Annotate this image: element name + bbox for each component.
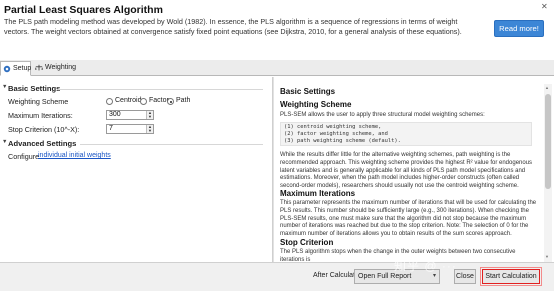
help-max-iterations-text: This parameter represents the maximum nu… bbox=[280, 200, 537, 238]
collapse-basic-icon[interactable]: ▼ bbox=[2, 84, 7, 90]
footer-bar: After Calculation: Open Full Report ▾ Cl… bbox=[0, 262, 554, 291]
help-weighting-text: While the results differ little for the … bbox=[280, 152, 533, 190]
stop-criterion-label: Stop Criterion (10^-X): bbox=[8, 125, 80, 134]
radio-path[interactable]: Path bbox=[167, 97, 190, 105]
algorithm-title: Partial Least Squares Algorithm bbox=[4, 4, 163, 16]
radio-centroid[interactable]: Centroid bbox=[106, 97, 141, 105]
basic-settings-heading: Basic Settings bbox=[8, 84, 61, 93]
setup-icon bbox=[3, 65, 11, 73]
help-panel: Basic Settings Weighting Scheme PLS-SEM … bbox=[278, 84, 541, 262]
weighting-icon bbox=[35, 64, 43, 71]
advanced-settings-heading: Advanced Settings bbox=[8, 139, 77, 148]
panel-splitter[interactable] bbox=[272, 77, 274, 262]
help-weighting-heading: Weighting Scheme bbox=[280, 100, 352, 109]
stop-criterion-input[interactable]: 7 ▲ ▼ bbox=[106, 124, 154, 134]
header: Partial Least Squares Algorithm The PLS … bbox=[0, 0, 554, 48]
start-calculation-button[interactable]: Start Calculation bbox=[480, 267, 542, 286]
divider bbox=[80, 144, 263, 145]
tab-weighting-label: Weighting bbox=[45, 64, 77, 71]
tab-setup-label: Setup bbox=[13, 65, 32, 72]
read-more-button[interactable]: Read more! bbox=[494, 20, 544, 37]
scroll-down-icon[interactable]: ▼ bbox=[545, 254, 549, 259]
algorithm-description: The PLS path modeling method was develop… bbox=[4, 17, 462, 36]
tab-setup[interactable]: Setup bbox=[0, 61, 31, 76]
configure-label: Configure bbox=[8, 152, 40, 161]
help-scrollbar[interactable]: ▲ ▼ bbox=[544, 84, 552, 262]
initial-weights-link[interactable]: individual initial weights bbox=[38, 152, 111, 159]
help-max-iterations-heading: Maximum Iterations bbox=[280, 189, 356, 198]
weighting-scheme-label: Weighting Scheme bbox=[8, 97, 69, 106]
collapse-advanced-icon[interactable]: ▼ bbox=[2, 139, 7, 145]
watermark: 知乎 @ ··· bbox=[394, 259, 457, 273]
close-icon[interactable]: ✕ bbox=[541, 2, 548, 11]
help-stop-criterion-heading: Stop Criterion bbox=[280, 238, 334, 247]
max-iterations-label: Maximum Iterations: bbox=[8, 111, 73, 120]
divider bbox=[58, 89, 263, 90]
spinner-arrows-icon[interactable]: ▲ ▼ bbox=[146, 125, 153, 133]
close-button[interactable]: Close bbox=[454, 269, 476, 284]
help-basic-heading: Basic Settings bbox=[280, 87, 336, 96]
tab-bar: Setup Weighting bbox=[0, 60, 554, 76]
help-intro-text: PLS-SEM allows the user to apply three s… bbox=[280, 112, 485, 118]
scroll-thumb[interactable] bbox=[545, 94, 551, 189]
weighting-code-block: (1) centroid weighting scheme, (2) facto… bbox=[280, 122, 532, 146]
max-iterations-input[interactable]: 300 ▲ ▼ bbox=[106, 110, 154, 120]
spinner-arrows-icon[interactable]: ▲ ▼ bbox=[146, 111, 153, 119]
radio-factor[interactable]: Factor bbox=[140, 97, 169, 105]
tab-weighting[interactable]: Weighting bbox=[33, 61, 77, 76]
scroll-up-icon[interactable]: ▲ bbox=[545, 85, 549, 90]
